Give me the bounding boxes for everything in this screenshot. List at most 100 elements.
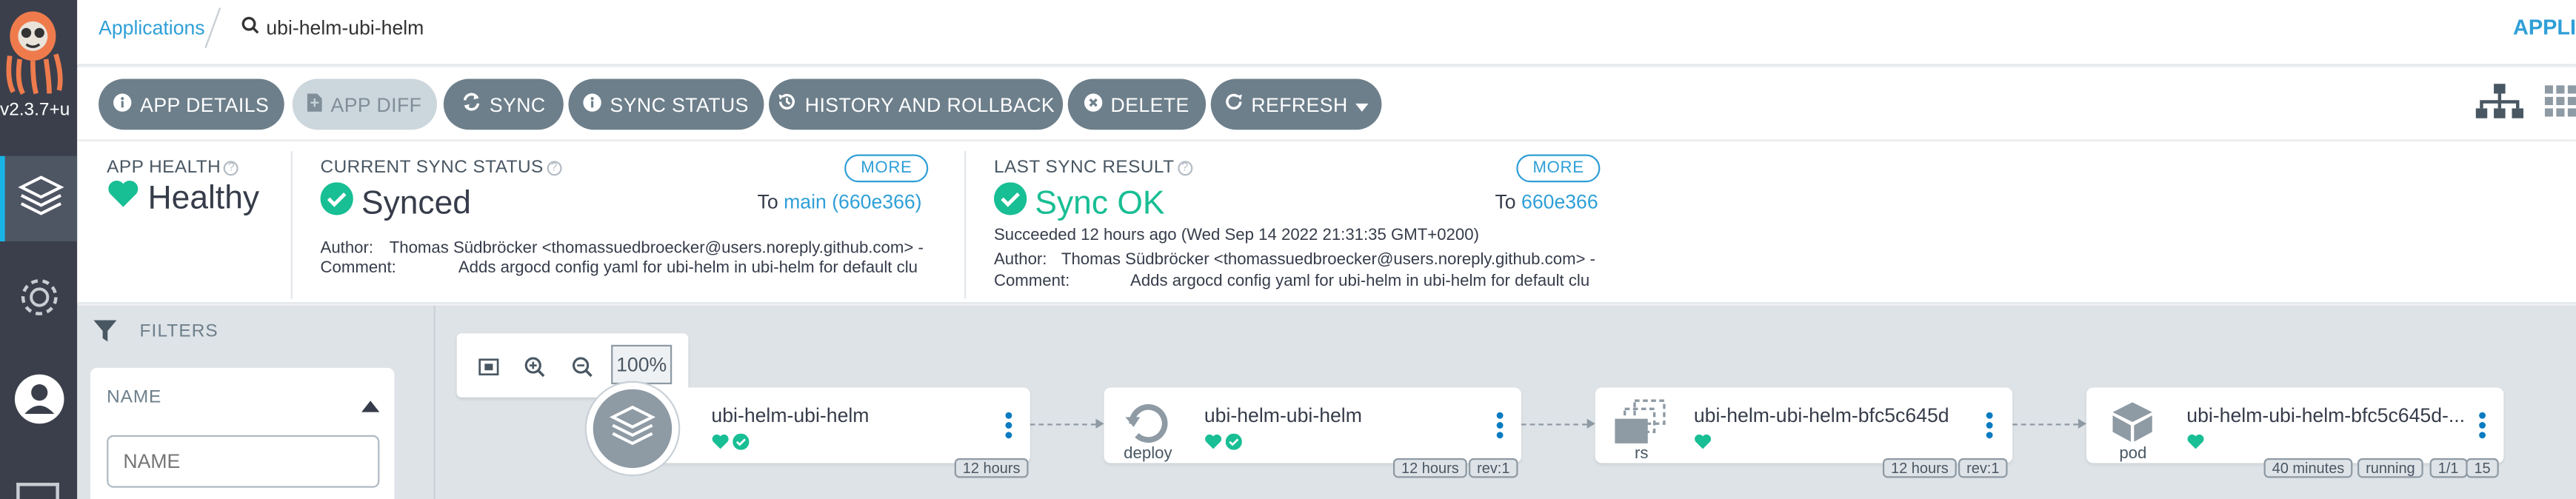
node-kind: deploy — [1124, 445, 1172, 463]
graph-node-pod[interactable]: pod ubi-helm-ubi-helm-bfc5c645d-... 40 m… — [2086, 387, 2504, 478]
node-menu-icon[interactable] — [1005, 412, 1012, 442]
sync-icon — [461, 92, 481, 116]
tree-view-icon[interactable] — [2475, 84, 2524, 128]
help-icon[interactable]: ? — [224, 161, 239, 176]
graph-node-deploy[interactable]: deploy ubi-helm-ubi-helm 12 hours rev:1 — [1104, 387, 1521, 478]
last-sync-text: Sync OK — [1035, 184, 1165, 221]
last-sync-revision-link[interactable]: 660e366 — [1521, 190, 1598, 213]
app-health-label-text: APP HEALTH — [107, 157, 221, 178]
graph-edge — [1030, 423, 1096, 426]
graph-edge — [1521, 423, 1587, 426]
nav-applications[interactable] — [0, 155, 78, 242]
sidebar: v2.3.7+u — [0, 0, 78, 499]
heart-icon — [711, 429, 729, 458]
check-circle-icon — [320, 182, 353, 225]
node-status — [1204, 429, 1242, 458]
last-sync-more-button[interactable]: MORE — [1516, 154, 1601, 183]
check-circle-icon — [1225, 429, 1242, 458]
app-diff-button[interactable]: APP DIFF — [292, 78, 438, 130]
node-kind: pod — [2119, 445, 2147, 463]
app-details-label: APP DETAILS — [140, 93, 270, 116]
fit-screen-icon[interactable] — [473, 352, 503, 381]
graph-node-application[interactable]: ubi-helm-ubi-helm 12 hours — [632, 387, 1030, 478]
last-sync-value: Sync OK — [993, 182, 1165, 225]
heart-icon — [1694, 429, 1712, 458]
node-menu-icon[interactable] — [1986, 412, 1993, 442]
caret-down-icon — [1355, 93, 1369, 115]
name-filter-card: NAME — [90, 367, 395, 499]
last-sync-comment-label: Comment: — [993, 272, 1070, 291]
docs-icon[interactable] — [16, 483, 59, 499]
node-badge: 1/1 — [2429, 458, 2467, 478]
app-health-label: APP HEALTH? — [107, 157, 239, 178]
resource-graph: 100% ubi-helm-ubi-helm 12 hours deploy u… — [435, 305, 2576, 499]
application-circle[interactable] — [586, 382, 679, 475]
zoom-in-icon[interactable] — [519, 352, 549, 381]
app-details-button[interactable]: APP DETAILS — [99, 78, 284, 130]
nav-user[interactable] — [0, 360, 77, 445]
top-right-label[interactable]: APPLI — [2513, 15, 2576, 39]
redo-icon — [1224, 92, 1244, 116]
breadcrumb-search[interactable]: ubi-helm-ubi-helm — [241, 16, 424, 39]
node-menu-icon[interactable] — [2479, 412, 2486, 442]
node-badge: running — [2357, 458, 2423, 478]
node-menu-icon[interactable] — [1496, 412, 1504, 442]
refresh-button[interactable]: REFRESH — [1210, 78, 1382, 130]
node-badge: 12 hours — [954, 458, 1029, 478]
current-sync-value: Synced — [320, 182, 471, 225]
zoom-level[interactable]: 100% — [611, 344, 673, 385]
heart-icon — [107, 179, 139, 218]
current-sync-more-button[interactable]: MORE — [844, 154, 929, 183]
delete-button[interactable]: DELETE — [1067, 78, 1207, 130]
node-badge: rev:1 — [1468, 458, 1518, 478]
layers-icon — [608, 400, 658, 458]
file-diff-icon — [307, 93, 323, 115]
check-circle-icon — [993, 182, 1027, 225]
edge-arrow — [1095, 418, 1104, 429]
filter-icon[interactable] — [93, 320, 117, 352]
app-toolbar: APP DETAILS APP DIFF SYNC SYNC STATUS HI… — [77, 67, 2576, 141]
current-sync-comment: Adds argocd config yaml for ubi-helm in … — [458, 259, 918, 278]
top-bar: Applications ubi-helm-ubi-helm APPLI — [77, 0, 2576, 66]
layers-icon — [16, 170, 66, 228]
last-sync-target: To 660e366 — [1495, 190, 1598, 213]
sync-status-label: SYNC STATUS — [610, 93, 749, 116]
node-status — [711, 429, 750, 458]
last-sync-comment: Adds argocd config yaml for ubi-helm in … — [1130, 272, 1590, 291]
name-filter-input[interactable] — [107, 435, 380, 488]
node-badge: 12 hours — [1392, 458, 1467, 478]
node-badge: 15 — [2466, 458, 2499, 478]
app-health-text: Healthy — [147, 179, 260, 216]
node-status — [2186, 429, 2204, 458]
edge-arrow — [2078, 418, 2086, 429]
sync-button[interactable]: SYNC — [443, 78, 564, 130]
collapse-icon[interactable] — [361, 391, 380, 421]
graph-edge — [2012, 423, 2078, 426]
current-sync-author-label: Author: — [320, 239, 374, 258]
argo-logo[interactable] — [0, 0, 77, 96]
search-icon — [241, 16, 259, 39]
history-rollback-label: HISTORY AND ROLLBACK — [804, 93, 1055, 116]
help-icon[interactable]: ? — [1177, 161, 1192, 176]
zoom-out-icon[interactable] — [567, 352, 596, 381]
node-title: ubi-helm-ubi-helm-bfc5c645d-... — [2186, 403, 2466, 427]
node-kind: rs — [1635, 445, 1649, 463]
current-sync-comment-label: Comment: — [320, 259, 396, 278]
heart-icon — [2186, 429, 2204, 458]
breadcrumb-applications[interactable]: Applications — [99, 16, 205, 39]
sync-status-button[interactable]: SYNC STATUS — [568, 78, 764, 130]
grid-view-icon[interactable] — [2544, 84, 2576, 128]
current-sync-text: Synced — [361, 184, 471, 221]
history-rollback-button[interactable]: HISTORY AND ROLLBACK — [769, 78, 1064, 130]
name-filter-label: NAME — [107, 387, 162, 408]
node-title: ubi-helm-ubi-helm-bfc5c645d — [1693, 403, 1949, 427]
nav-settings[interactable] — [0, 258, 77, 343]
current-sync-revision-link[interactable]: main (660e366) — [784, 190, 921, 213]
times-circle-icon — [1084, 93, 1103, 115]
graph-node-replicaset[interactable]: rs ubi-helm-ubi-helm-bfc5c645d 12 hours … — [1595, 387, 2013, 478]
help-icon[interactable]: ? — [547, 161, 562, 176]
refresh-label: REFRESH — [1251, 93, 1348, 116]
delete-label: DELETE — [1110, 93, 1189, 116]
heart-icon — [1204, 429, 1222, 458]
last-sync-label: LAST SYNC RESULT? — [994, 158, 1192, 178]
